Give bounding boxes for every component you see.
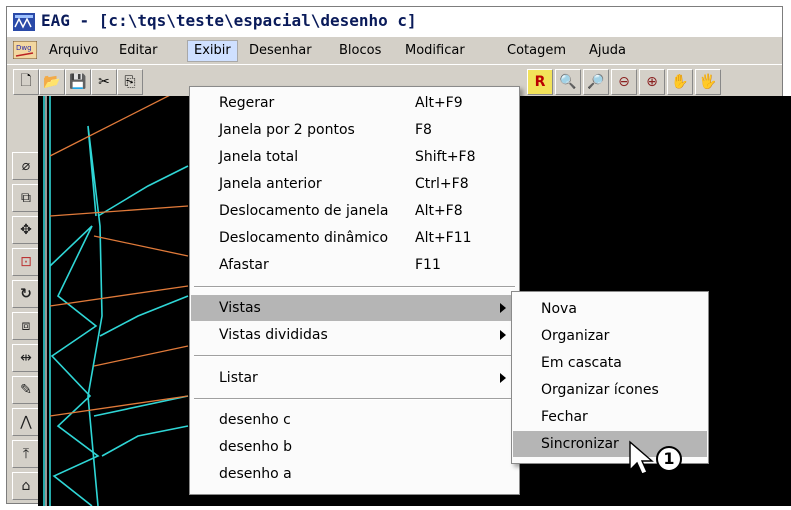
title-bar: EAG - [c:\tqs\teste\espacial\desenho c] — [7, 7, 782, 38]
submenu-item-nova[interactable]: Nova — [513, 296, 707, 322]
menu-exibir[interactable]: Exibir — [187, 40, 238, 62]
pan-realtime-icon[interactable]: 🖐 — [695, 69, 721, 95]
menu-item-janela-2-pontos[interactable]: Janela por 2 pontos F8 — [191, 117, 518, 143]
submenu-arrow-icon — [500, 330, 506, 340]
copy-objects-icon[interactable]: ⧉ — [12, 184, 40, 212]
pan-hand-icon[interactable]: ✋ — [667, 69, 693, 95]
window-title: EAG - [c:\tqs\teste\espacial\desenho c] — [41, 11, 417, 30]
callout-number-badge: 1 — [656, 446, 682, 472]
menu-item-regerar[interactable]: Regerar Alt+F9 — [191, 90, 518, 116]
rotate-icon[interactable]: ↻ — [12, 280, 40, 308]
extend-icon[interactable]: ⋀ — [12, 408, 40, 436]
stretch-icon[interactable]: ⊡ — [12, 248, 40, 276]
menu-item-deslocamento-dinamico[interactable]: Deslocamento dinâmico Alt+F11 — [191, 225, 518, 251]
zoom-window-icon[interactable]: 🔍 — [555, 69, 581, 95]
menu-item-listar[interactable]: Listar — [191, 365, 518, 391]
copy-icon[interactable]: ⎘ — [117, 69, 143, 95]
submenu-arrow-icon — [500, 373, 506, 383]
submenu-item-organizar[interactable]: Organizar — [513, 323, 707, 349]
move-icon[interactable]: ✥ — [12, 216, 40, 244]
zoom-previous-icon[interactable]: 🔎 — [583, 69, 609, 95]
document-icon[interactable]: Dwg — [13, 41, 37, 59]
mirror-icon[interactable]: ⇹ — [12, 344, 40, 372]
menu-blocos[interactable]: Blocos — [333, 41, 387, 61]
menu-editar[interactable]: Editar — [113, 41, 164, 61]
zoom-out-icon[interactable]: ⊖ — [611, 69, 637, 95]
menu-item-deslocamento-janela[interactable]: Deslocamento de janela Alt+F8 — [191, 198, 518, 224]
menu-item-vistas[interactable]: Vistas — [191, 295, 518, 321]
menu-item-janela-anterior[interactable]: Janela anterior Ctrl+F8 — [191, 171, 518, 197]
break-icon[interactable]: ⤒ — [12, 440, 40, 468]
trim-icon[interactable]: ✎ — [12, 376, 40, 404]
new-file-icon[interactable]: 🗋 — [13, 69, 39, 95]
menu-arquivo[interactable]: Arquivo — [43, 41, 105, 61]
open-folder-icon[interactable]: 📂 — [39, 69, 65, 95]
zoom-realtime-icon[interactable]: ⊕ — [639, 69, 665, 95]
vistas-submenu: Nova Organizar Em cascata Organizar ícon… — [511, 291, 709, 464]
save-icon[interactable]: 💾 — [65, 69, 91, 95]
submenu-item-organizar-icones[interactable]: Organizar ícones — [513, 377, 707, 403]
cut-icon[interactable]: ✂ — [91, 69, 117, 95]
menu-item-janela-total[interactable]: Janela total Shift+F8 — [191, 144, 518, 170]
menu-cotagem[interactable]: Cotagem — [501, 41, 572, 61]
menu-modificar[interactable]: Modificar — [399, 41, 471, 61]
app-icon — [13, 13, 35, 31]
menu-separator — [194, 286, 515, 288]
submenu-item-em-cascata[interactable]: Em cascata — [513, 350, 707, 376]
menu-item-vistas-divididas[interactable]: Vistas divididas — [191, 322, 518, 348]
menu-bar: Dwg Arquivo Editar Exibir Desenhar Bloco… — [7, 37, 782, 63]
menu-ajuda[interactable]: Ajuda — [583, 41, 632, 61]
submenu-item-fechar[interactable]: Fechar — [513, 404, 707, 430]
submenu-arrow-icon — [500, 303, 506, 313]
menu-item-afastar[interactable]: Afastar F11 — [191, 252, 518, 278]
exibir-menu: Regerar Alt+F9 Janela por 2 pontos F8 Ja… — [189, 86, 520, 495]
menu-item-desenho-a[interactable]: desenho a — [191, 461, 518, 487]
menu-desenhar[interactable]: Desenhar — [243, 41, 318, 61]
menu-item-desenho-b[interactable]: desenho b — [191, 434, 518, 460]
r-button[interactable]: R — [527, 69, 553, 95]
scale-icon[interactable]: ⧈ — [12, 312, 40, 340]
menu-separator — [194, 398, 515, 400]
menu-separator — [194, 355, 515, 357]
svg-text:Dwg: Dwg — [16, 44, 32, 52]
offset-icon[interactable]: ⌂ — [12, 472, 40, 500]
eraser-icon[interactable]: ⌀ — [12, 152, 40, 180]
menu-item-desenho-c[interactable]: desenho c — [191, 407, 518, 433]
